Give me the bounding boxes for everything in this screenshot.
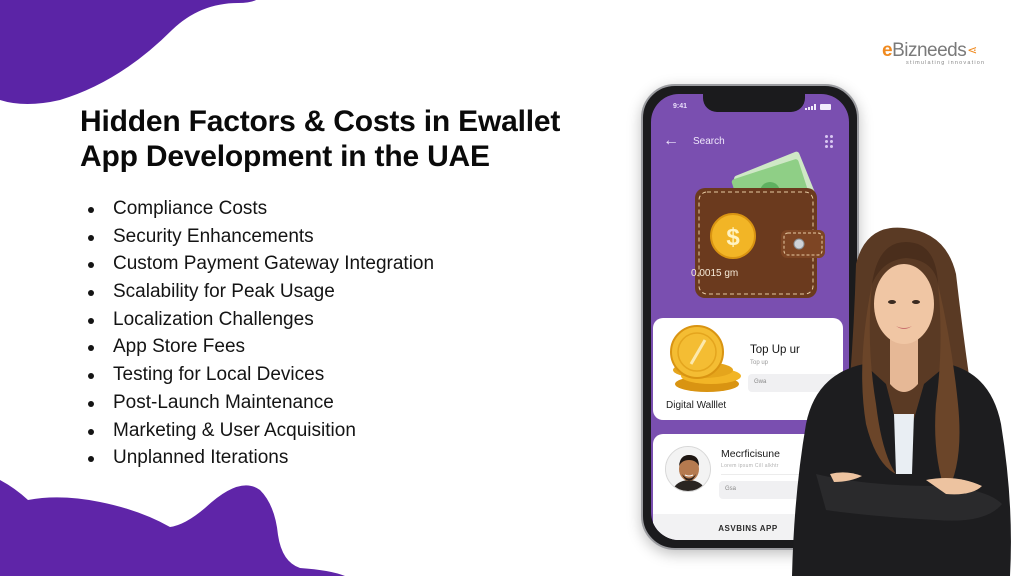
list-item: Custom Payment Gateway Integration: [86, 252, 434, 280]
list-item: App Store Fees: [86, 335, 434, 363]
title-line-2: App Development in the UAE: [80, 140, 490, 173]
list-item: Security Enhancements: [86, 225, 434, 253]
profile-subtitle: Lorem ipsum Cill alkhtr: [721, 463, 779, 469]
status-time: 9:41: [673, 103, 688, 110]
list-item: Testing for Local Devices: [86, 363, 434, 391]
bullet-icon: [88, 262, 94, 269]
gold-coins-icon: [670, 325, 741, 392]
bullet-icon: [88, 290, 94, 297]
title-line-1: Hidden Factors & Costs in Ewallet: [80, 105, 561, 138]
list-item-text: Post-Launch Maintenance: [113, 391, 334, 413]
list-item-text: Security Enhancements: [113, 225, 314, 247]
profile-name: Mecrficisune: [721, 448, 780, 460]
back-arrow-icon[interactable]: ←: [663, 133, 685, 149]
avatar: [665, 446, 711, 492]
top-left-wave-decoration: [0, 0, 256, 104]
list-item-text: Scalability for Peak Usage: [113, 281, 335, 303]
digital-wallet-label: Digital Walllet: [666, 400, 727, 411]
list-item-text: Marketing & User Acquisition: [113, 419, 356, 441]
bullet-icon: [88, 234, 94, 241]
phone-notch: [703, 94, 805, 112]
list-item: Scalability for Peak Usage: [86, 280, 434, 308]
list-item-text: Localization Challenges: [113, 308, 314, 330]
bullet-icon: [88, 400, 94, 407]
bullet-icon: [88, 428, 94, 435]
topup-subtitle: Top up: [750, 360, 769, 366]
bullet-icon: [88, 345, 94, 352]
list-item-text: Testing for Local Devices: [113, 364, 325, 386]
ebizneeds-logo[interactable]: eBizneeds⋖ stimulating innovation: [882, 40, 992, 70]
signal-icon: [805, 104, 817, 110]
status-icons: [805, 104, 831, 110]
list-item: Localization Challenges: [86, 308, 434, 336]
menu-dots-icon[interactable]: [825, 134, 833, 148]
list-item: Unplanned Iterations: [86, 446, 434, 474]
logo-wordmark: eBizneeds⋖: [882, 40, 992, 61]
bullet-icon: [88, 207, 94, 213]
share-nodes-icon: ⋖: [967, 43, 977, 57]
list-item: Marketing & User Acquisition: [86, 419, 434, 447]
battery-icon: [820, 104, 831, 110]
wallet-balance: 0.0015 gm: [691, 268, 739, 279]
page-title: Hidden Factors & Costs in Ewallet App De…: [80, 104, 620, 174]
bullet-icon: [88, 317, 94, 324]
bottom-left-wave-decoration: [0, 480, 345, 576]
list-item-text: App Store Fees: [113, 336, 246, 358]
list-item: Post-Launch Maintenance: [86, 391, 434, 419]
bullet-icon: [88, 456, 94, 463]
man-avatar-icon: [666, 447, 710, 491]
hidden-factors-list: Compliance Costs Security Enhancements C…: [86, 197, 434, 474]
dollar-coin-icon: $: [710, 213, 756, 259]
list-item: Compliance Costs: [86, 197, 434, 225]
bullet-icon: [88, 373, 94, 380]
logo-tagline: stimulating innovation: [906, 60, 986, 66]
list-item-text: Custom Payment Gateway Integration: [113, 253, 435, 275]
svg-text:$: $: [726, 224, 740, 251]
logo-e: e: [882, 40, 893, 61]
list-item-text: Unplanned Iterations: [113, 447, 289, 469]
businesswoman-photo: [792, 227, 1011, 576]
logo-text: Bizneeds: [892, 40, 967, 61]
list-item-text: Compliance Costs: [113, 198, 268, 219]
